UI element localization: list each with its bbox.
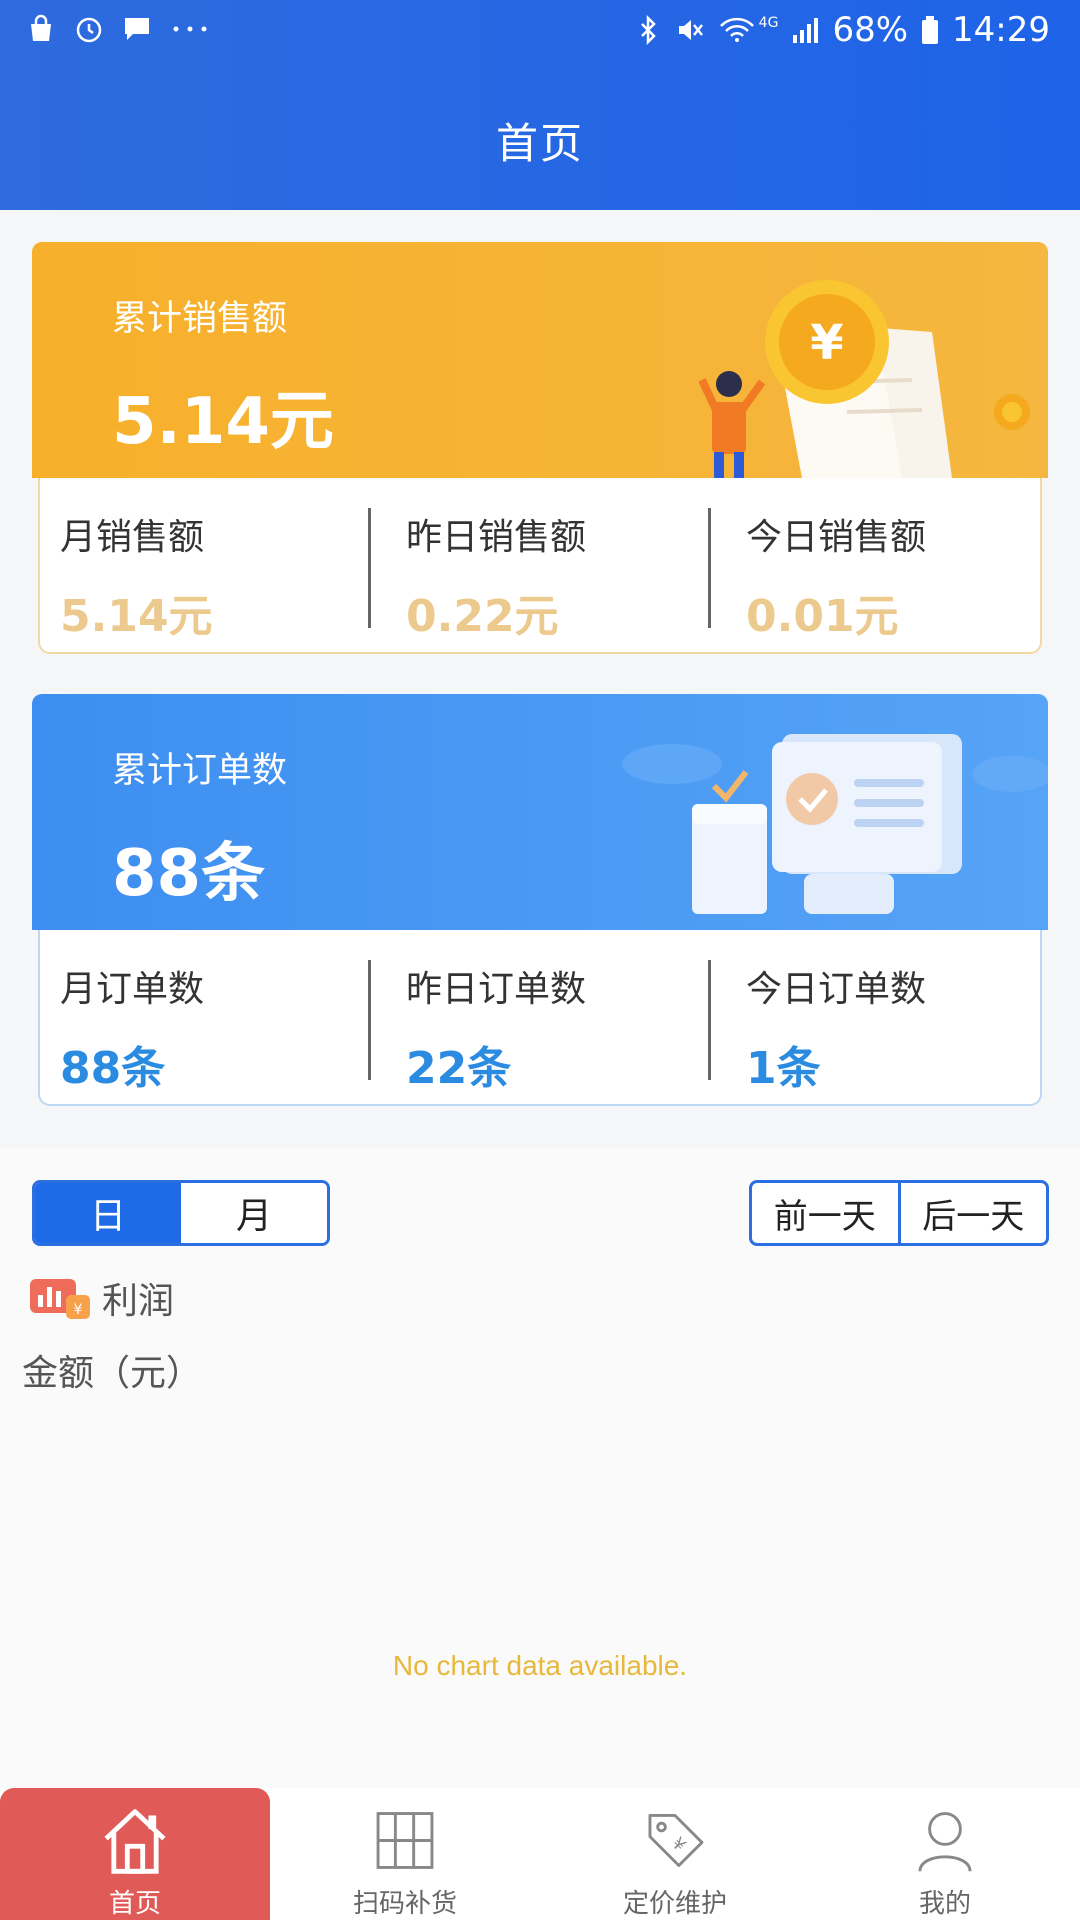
period-toggle: 日 月: [32, 1180, 330, 1246]
total-orders-value: 88条: [112, 837, 266, 911]
stat-label: 昨日销售额: [406, 517, 587, 558]
tab-pricing[interactable]: ¥ 定价维护: [540, 1788, 810, 1920]
divider: [708, 508, 711, 628]
no-data-message: No chart data available.: [392, 1650, 688, 1681]
yesterday-orders: 昨日订单数 22条: [406, 930, 706, 1106]
tab-label: 我的: [918, 1889, 971, 1919]
svg-text:¥: ¥: [667, 1834, 689, 1856]
stat-value: 0.01元: [746, 591, 899, 642]
tab-label: 首页: [108, 1889, 161, 1919]
monitor-illustration: [622, 734, 1048, 914]
stat-value: 1条: [746, 1043, 821, 1094]
stat-label: 今日销售额: [746, 517, 927, 558]
today-sales: 今日销售额 0.01元: [746, 478, 1036, 654]
stat-value: 22条: [406, 1043, 512, 1094]
orders-card: 累计订单数 88条 月订单数 88条 昨日订单数 22条 今日订单数 1条: [32, 694, 1048, 1114]
svg-text:¥: ¥: [74, 1302, 83, 1318]
price-tag-icon: ¥: [648, 1814, 704, 1867]
tab-me[interactable]: 我的: [810, 1788, 1080, 1920]
mute-icon: [678, 20, 703, 40]
status-bar: 4G 68% 14:29: [0, 0, 1080, 62]
sales-card: 累计销售额 5.14元 ¥ 月销售额 5.14元 昨日销售额 0.22元 今日销…: [32, 242, 1048, 662]
orders-summary: 累计订单数 88条: [32, 694, 1048, 930]
wifi-icon: [719, 17, 754, 42]
orders-breakdown: 月订单数 88条 昨日订单数 22条 今日订单数 1条: [38, 930, 1042, 1106]
app-header: 4G 68% 14:29 首页: [0, 0, 1080, 210]
tab-label: 定价维护: [622, 1889, 727, 1919]
divider: [368, 508, 371, 628]
yesterday-sales: 昨日销售额 0.22元: [406, 478, 706, 654]
day-option[interactable]: 日: [35, 1183, 181, 1243]
clock: 14:29: [952, 10, 1050, 50]
profit-chart-section: 日 月 前一天 后一天 ¥ 利润 金额（元） No chart data ava…: [0, 1148, 1080, 1788]
stat-label: 月订单数: [60, 969, 205, 1010]
page-title: 首页: [495, 119, 584, 168]
network-type: 4G: [758, 15, 779, 31]
stat-label: 今日订单数: [746, 969, 927, 1010]
tab-home[interactable]: 首页: [0, 1788, 270, 1920]
total-orders-label: 累计订单数: [112, 751, 288, 791]
stat-label: 月销售额: [60, 517, 205, 558]
stat-label: 昨日订单数: [406, 969, 587, 1010]
monthly-sales: 月销售额 5.14元: [60, 478, 360, 654]
svg-text:¥: ¥: [810, 315, 843, 371]
prev-day-button[interactable]: 前一天: [752, 1183, 898, 1243]
home-icon: [104, 1809, 166, 1874]
tab-scan-restock[interactable]: 扫码补货: [270, 1788, 540, 1920]
sales-breakdown: 月销售额 5.14元 昨日销售额 0.22元 今日销售额 0.01元: [38, 478, 1042, 654]
total-sales-value: 5.14元: [112, 385, 334, 459]
stat-value: 5.14元: [60, 591, 213, 642]
timer-icon: [76, 17, 102, 43]
coin-illustration: ¥: [698, 280, 1030, 478]
legend-label: 利润: [102, 1281, 175, 1322]
user-icon: [918, 1812, 972, 1872]
signal-icon: [793, 18, 819, 43]
monthly-orders: 月订单数 88条: [60, 930, 360, 1106]
sales-summary: 累计销售额 5.14元 ¥: [32, 242, 1048, 478]
battery-icon: [922, 16, 939, 44]
total-sales-label: 累计销售额: [112, 299, 288, 339]
bottom-tab-bar: 首页 扫码补货 ¥ 定价维护 我的: [0, 1788, 1080, 1920]
stat-value: 88条: [60, 1043, 166, 1094]
shopping-bag-icon: [31, 14, 51, 41]
tab-label: 扫码补货: [352, 1889, 457, 1919]
shelves-icon: [376, 1812, 434, 1869]
next-day-button[interactable]: 后一天: [897, 1183, 1047, 1243]
bluetooth-icon: [640, 15, 656, 45]
stat-value: 0.22元: [406, 591, 559, 642]
battery-percent: 68%: [832, 10, 909, 50]
message-icon: [125, 18, 149, 40]
date-navigation: 前一天 后一天: [749, 1180, 1049, 1246]
more-icon: [173, 26, 207, 32]
divider: [368, 960, 371, 1080]
profit-chart-icon: ¥: [30, 1279, 90, 1319]
chart-legend: ¥ 利润: [28, 1272, 174, 1324]
divider: [708, 960, 711, 1080]
y-axis-unit-label: 金额（元）: [22, 1353, 203, 1394]
today-orders: 今日订单数 1条: [746, 930, 1036, 1106]
month-option[interactable]: 月: [181, 1183, 327, 1243]
